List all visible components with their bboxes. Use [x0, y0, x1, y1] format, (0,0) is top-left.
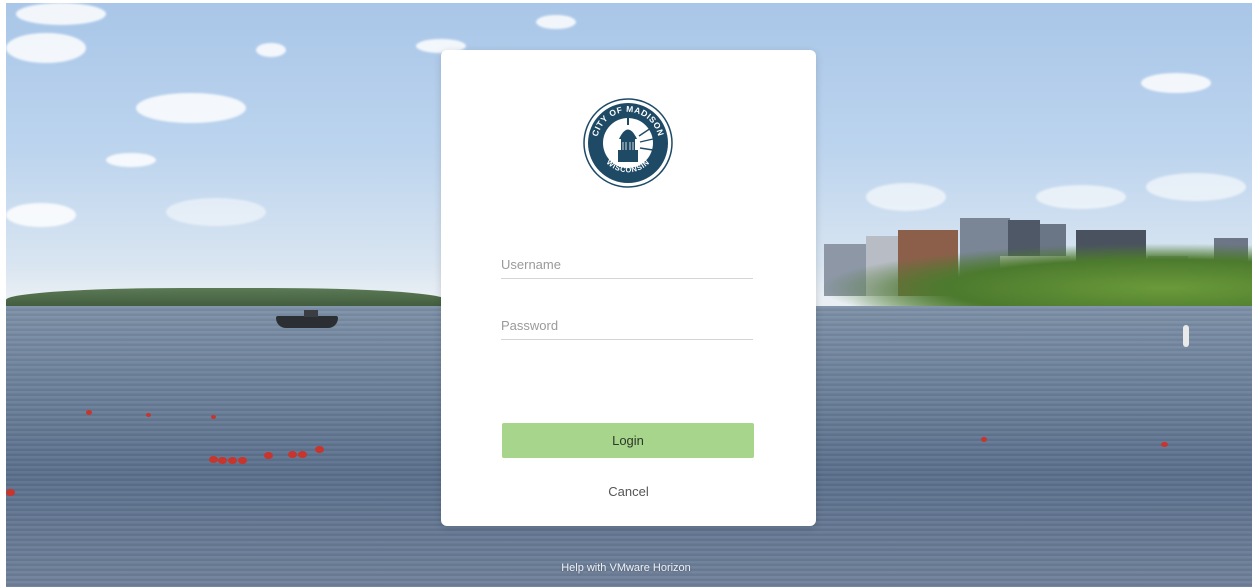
cancel-link[interactable]: Cancel [441, 484, 816, 499]
buoy [86, 410, 92, 415]
help-link[interactable]: Help with VMware Horizon [0, 562, 1252, 574]
buoy [146, 413, 151, 417]
buoy [209, 456, 218, 463]
buoy [211, 415, 216, 419]
login-button[interactable]: Login [502, 423, 754, 458]
buoy [298, 451, 307, 458]
cloud [256, 43, 286, 57]
marker-post [1183, 325, 1189, 347]
password-input[interactable] [501, 311, 753, 340]
login-card: CITY OF MADISON WISCONSIN Login Cancel [441, 50, 816, 526]
city-of-madison-seal: CITY OF MADISON WISCONSIN [583, 98, 673, 188]
distant-shoreline [6, 288, 446, 308]
cloud [6, 203, 76, 227]
cloud [1146, 173, 1246, 201]
username-input[interactable] [501, 250, 753, 279]
buoy [228, 457, 237, 464]
buoy [264, 452, 273, 459]
buoy [6, 489, 15, 496]
boat [276, 310, 338, 328]
cloud [6, 33, 86, 63]
cloud [536, 15, 576, 29]
cloud [136, 93, 246, 123]
buoy [1161, 442, 1168, 447]
buoy [981, 437, 987, 442]
buoy [238, 457, 247, 464]
buoy [288, 451, 297, 458]
buoy [315, 446, 324, 453]
cloud [1141, 73, 1211, 93]
buoy [218, 457, 227, 464]
cloud [106, 153, 156, 167]
cloud [16, 3, 106, 25]
cloud [166, 198, 266, 226]
